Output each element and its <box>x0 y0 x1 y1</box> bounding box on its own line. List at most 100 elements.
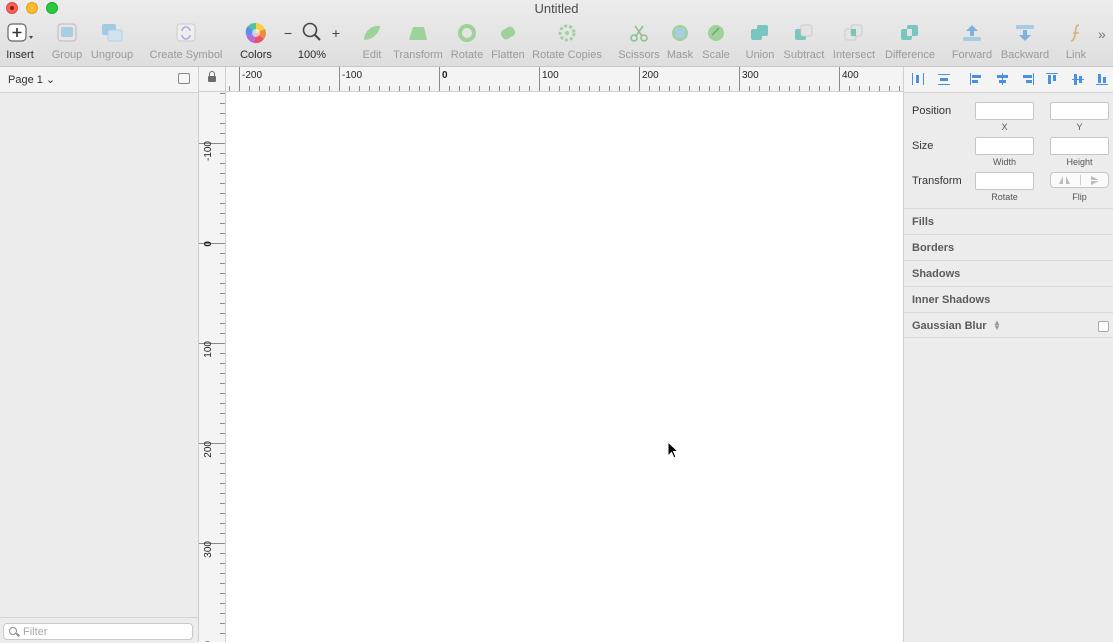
distribute-vertical-icon[interactable] <box>938 73 950 85</box>
union-button[interactable]: Union <box>744 22 776 62</box>
color-wheel-icon <box>245 22 267 44</box>
shadows-title: Shadows <box>912 268 961 280</box>
transform-button[interactable]: Transform <box>393 22 443 62</box>
backward-label: Backward <box>1000 49 1050 61</box>
ruler-h-label: 100 <box>542 70 559 81</box>
layer-list-panel: Page 1 ⌄ <box>0 67 199 643</box>
intersect-button[interactable]: Intersect <box>832 22 876 62</box>
transform-label: Transform <box>393 49 443 61</box>
vertical-ruler[interactable]: -1000100200300400 <box>199 92 226 642</box>
vertical-ruler-ticks: -1000100200300400 <box>199 93 225 642</box>
backward-button[interactable]: Backward <box>1000 22 1050 62</box>
rotate-button[interactable]: Rotate <box>451 22 483 62</box>
align-center-horizontal-icon[interactable] <box>996 73 1008 85</box>
rotate-label: Rotate <box>991 192 1018 202</box>
height-label: Height <box>1066 157 1093 167</box>
collapse-pages-icon[interactable] <box>178 73 190 84</box>
ruler-h-label: 0 <box>442 70 448 81</box>
insert-button[interactable]: Insert <box>5 22 35 62</box>
scissors-button[interactable]: Scissors <box>618 22 660 62</box>
link-icon <box>1068 22 1084 44</box>
inner-shadows-title: Inner Shadows <box>912 294 991 306</box>
forward-button[interactable]: Forward <box>950 22 994 62</box>
inner-shadows-section[interactable]: Inner Shadows <box>904 286 1113 312</box>
filter-bar <box>0 617 198 643</box>
create-symbol-button[interactable]: Create Symbol <box>150 22 222 62</box>
flatten-label: Flatten <box>491 49 525 61</box>
ruler-v-label: 100 <box>203 341 214 358</box>
mask-label: Mask <box>666 49 694 61</box>
ungroup-button[interactable]: Ungroup <box>90 22 134 62</box>
layer-filter-input[interactable] <box>3 623 193 640</box>
mouse-cursor-icon <box>667 440 680 462</box>
fills-section[interactable]: Fills <box>904 208 1113 234</box>
ruler-h-label: 400 <box>842 70 859 81</box>
align-left-icon[interactable] <box>970 73 982 85</box>
create-symbol-label: Create Symbol <box>149 49 223 61</box>
position-y-input[interactable] <box>1050 102 1109 120</box>
colors-button[interactable]: Colors <box>238 22 274 62</box>
lock-icon[interactable] <box>208 71 216 82</box>
edit-label: Edit <box>362 49 382 61</box>
page-selector-label: Page 1 ⌄ <box>8 74 56 86</box>
page-selector[interactable]: Page 1 ⌄ <box>0 67 198 93</box>
align-top-icon[interactable] <box>1046 73 1058 85</box>
insert-plus-icon <box>6 22 34 44</box>
zoom-magnifier-icon[interactable] <box>302 22 322 45</box>
toolbar-overflow-chevron-icon[interactable]: » <box>1098 26 1106 42</box>
width-input[interactable] <box>975 137 1034 155</box>
forward-icon <box>960 22 984 44</box>
mask-button[interactable]: Mask <box>666 22 694 62</box>
gaussian-blur-checkbox[interactable] <box>1098 321 1109 332</box>
y-label: Y <box>1076 122 1083 132</box>
union-label: Union <box>745 49 775 61</box>
group-button[interactable]: Group <box>52 22 82 62</box>
difference-icon <box>899 22 921 44</box>
edit-button[interactable]: Edit <box>360 22 384 62</box>
ungroup-icon <box>99 22 125 44</box>
rotate-copies-label: Rotate Copies <box>532 49 602 61</box>
gaussian-blur-title: Gaussian Blur <box>912 320 987 332</box>
zoom-out-button[interactable]: − <box>284 25 292 41</box>
scale-icon <box>705 22 727 44</box>
scale-button[interactable]: Scale <box>702 22 730 62</box>
subtract-label: Subtract <box>783 49 825 61</box>
create-symbol-icon <box>175 22 197 44</box>
rotate-label: Rotate <box>450 49 484 61</box>
align-right-icon[interactable] <box>1022 73 1034 85</box>
flatten-button[interactable]: Flatten <box>491 22 525 62</box>
shadows-section[interactable]: Shadows <box>904 260 1113 286</box>
align-middle-vertical-icon[interactable] <box>1072 73 1084 85</box>
rotate-input[interactable] <box>975 172 1034 190</box>
design-canvas[interactable] <box>226 92 903 642</box>
scissors-label: Scissors <box>618 49 660 61</box>
horizontal-ruler[interactable]: -200 -100 0 100 200 300 400 <box>226 67 903 92</box>
toolbar: Untitled Insert Group Ungroup Create Sym… <box>0 0 1113 67</box>
distribute-horizontal-icon[interactable] <box>912 73 924 85</box>
subtract-icon <box>793 22 815 44</box>
ruler-h-label: 200 <box>642 70 659 81</box>
scale-label: Scale <box>702 49 730 61</box>
difference-button[interactable]: Difference <box>882 22 938 62</box>
rotate-copies-icon <box>556 22 578 44</box>
align-bottom-icon[interactable] <box>1096 73 1108 85</box>
zoom-in-button[interactable]: + <box>332 25 340 41</box>
position-x-input[interactable] <box>975 102 1034 120</box>
flip-icons <box>1059 176 1099 185</box>
forward-label: Forward <box>951 49 993 61</box>
height-input[interactable] <box>1050 137 1109 155</box>
blur-type-stepper-icon[interactable]: ▲ ▼ <box>993 319 1001 332</box>
subtract-button[interactable]: Subtract <box>780 22 828 62</box>
union-icon <box>749 22 771 44</box>
flip-control[interactable] <box>1050 172 1109 188</box>
ruler-v-label: 200 <box>203 441 214 458</box>
edit-icon <box>361 22 383 44</box>
ruler-h-label: -100 <box>342 70 362 81</box>
horizontal-ruler-ticks: -200 -100 0 100 200 300 400 <box>229 67 900 91</box>
rotate-copies-button[interactable]: Rotate Copies <box>532 22 602 62</box>
transform-label: Transform <box>912 175 962 187</box>
link-button[interactable]: Link <box>1064 22 1088 62</box>
ruler-corner <box>199 67 226 92</box>
borders-section[interactable]: Borders <box>904 234 1113 260</box>
gaussian-blur-section[interactable]: Gaussian Blur ▲ ▼ <box>904 312 1113 338</box>
